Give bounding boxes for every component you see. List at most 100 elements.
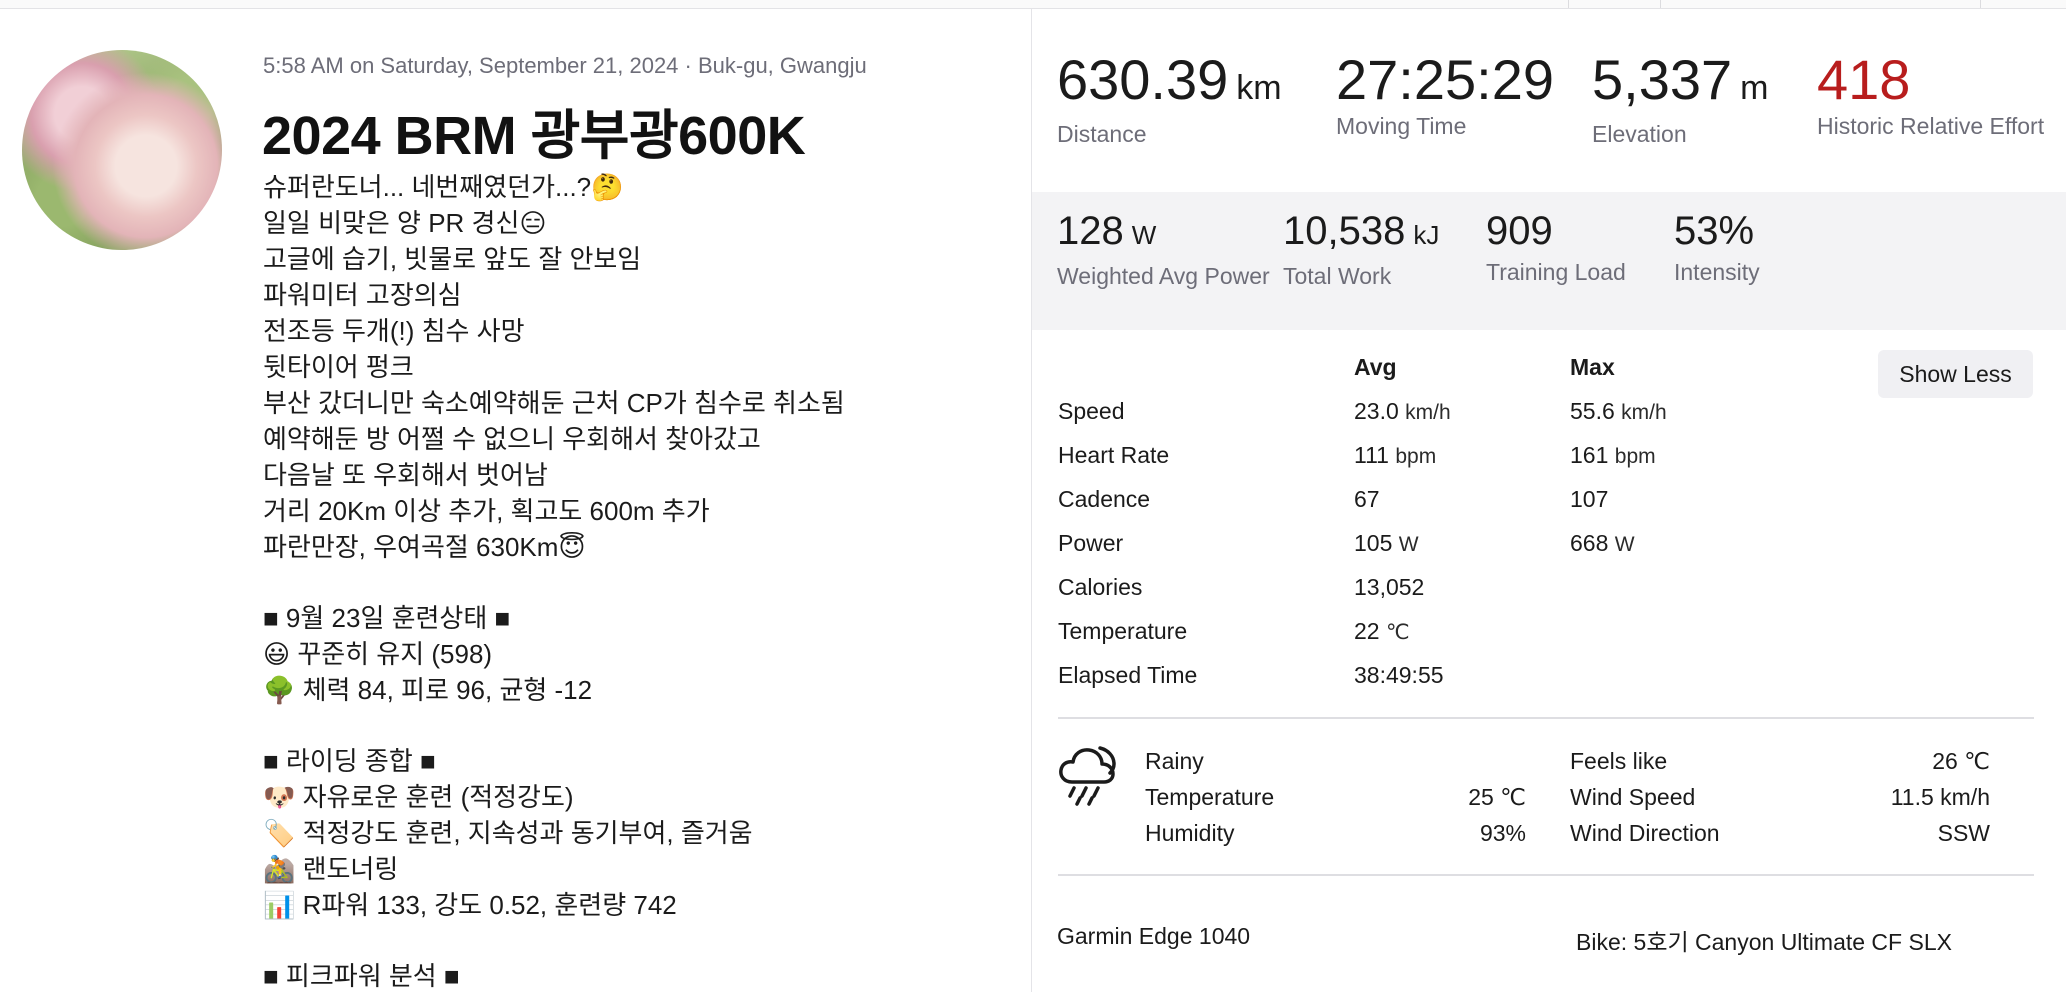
row-label: Calories: [1058, 574, 1143, 600]
activity-date-location: 5:58 AM on Saturday, September 21, 2024 …: [263, 53, 867, 78]
section-divider: [1058, 717, 2034, 719]
stat-moving-time: 27:25:29 Moving Time: [1336, 50, 1554, 141]
description-line: 🚵 랜도너링: [263, 854, 399, 884]
avg-value: 67: [1354, 486, 1380, 512]
description-line: 뒷타이어 펑크: [263, 352, 414, 382]
stat-value: 10,538: [1283, 209, 1406, 253]
top-toolbar-strip: [0, 0, 2066, 9]
description-line: 슈퍼란도너... 네번째였던가...?🤔: [263, 172, 624, 202]
max-unit: bpm: [1614, 445, 1656, 468]
row-label: Power: [1058, 530, 1124, 556]
description-line: 🌳 체력 84, 피로 96, 균형 -12: [263, 675, 593, 705]
stat-value: 27:25:29: [1336, 48, 1554, 111]
avg-value: 22: [1354, 618, 1380, 644]
max-value: 161: [1570, 442, 1609, 468]
description-line: 🐶 자유로운 훈련 (적정강도): [263, 782, 574, 812]
row-label: Heart Rate: [1058, 442, 1170, 468]
stat-value: 128: [1057, 209, 1124, 253]
description-line: 일일 비맞은 양 PR 경신😑: [263, 208, 547, 238]
avg-value: 23.0: [1354, 398, 1399, 424]
description-line: ■ 라이딩 종합 ■: [263, 746, 436, 776]
table-row: Temperature 22 ℃: [1058, 618, 1798, 662]
table-row: Cadence 67 107: [1058, 486, 1798, 530]
stat-label: Historic Relative Effort: [1817, 113, 2045, 139]
description-line: 다음날 또 우회해서 벗어남: [263, 460, 548, 490]
stat-label: Distance: [1057, 121, 1147, 147]
weather-wind-direction-value: SSW: [1937, 820, 1990, 846]
stat-weighted-avg-power: 128 W Weighted Avg Power: [1057, 208, 1287, 291]
avg-value: 38:49:55: [1354, 662, 1444, 688]
avg-value: 105: [1354, 530, 1393, 556]
activity-summary-panel: 5:58 AM on Saturday, September 21, 2024 …: [0, 9, 1030, 992]
activity-description: 슈퍼란도너... 네번째였던가...?🤔 일일 비맞은 양 PR 경신😑 고글에…: [263, 169, 1023, 994]
stat-label: Elevation: [1592, 121, 1687, 147]
stat-relative-effort[interactable]: 418 Historic Relative Effort: [1817, 50, 2047, 141]
stat-unit: km: [1236, 69, 1282, 107]
stat-value: 5,337: [1592, 48, 1733, 111]
max-value: 668: [1570, 530, 1609, 556]
stat-training-load[interactable]: 909 Training Load: [1486, 208, 1626, 287]
stat-label: Intensity: [1674, 259, 1760, 285]
max-value: 107: [1570, 486, 1609, 512]
table-row: Heart Rate 111 bpm 161 bpm: [1058, 442, 1798, 486]
toolbar-divider: [1568, 0, 1569, 8]
stat-value: 53%: [1674, 209, 1755, 253]
stat-value: 418: [1817, 48, 1911, 111]
column-header-max: Max: [1570, 354, 1615, 380]
column-header-avg: Avg: [1354, 354, 1397, 380]
stat-unit: W: [1131, 220, 1157, 250]
row-label: Elapsed Time: [1058, 662, 1198, 688]
description-line: ■ 피크파워 분석 ■: [263, 961, 460, 991]
device-name: Garmin Edge 1040: [1057, 923, 1251, 949]
weather-feels-like-label: Feels like: [1570, 748, 1668, 774]
athlete-avatar[interactable]: [22, 50, 222, 250]
bike-name[interactable]: Bike: 5호기 Canyon Ultimate CF SLX: [1576, 923, 1952, 957]
section-divider: [1058, 874, 2034, 876]
show-less-button[interactable]: Show Less: [1878, 350, 2033, 398]
description-blank-line: [263, 565, 1023, 600]
weather-temperature-value: 25 ℃: [1468, 784, 1526, 810]
stat-label: Total Work: [1283, 263, 1392, 289]
description-line: 📊 R파워 133, 강도 0.52, 훈련량 742: [263, 890, 677, 920]
stat-unit: m: [1740, 69, 1769, 107]
avg-unit: bpm: [1395, 445, 1437, 468]
description-line: 파란만장, 우여곡절 630Km😇: [263, 532, 586, 562]
weather-wind-direction-label: Wind Direction: [1570, 820, 1720, 846]
weather-wind-speed-label: Wind Speed: [1570, 784, 1696, 810]
table-row: Speed 23.0 km/h 55.6 km/h: [1058, 398, 1798, 442]
toolbar-divider: [1660, 0, 1661, 8]
avg-value: 13,052: [1354, 574, 1425, 600]
activity-title: 2024 BRM 광부광600K: [262, 106, 806, 166]
stat-label: Moving Time: [1336, 113, 1467, 139]
avg-unit: W: [1398, 533, 1419, 556]
max-value: 55.6: [1570, 398, 1615, 424]
description-line: 파워미터 고장의심: [263, 280, 462, 310]
description-blank-line: [263, 923, 1023, 958]
description-line: 거리 20Km 이상 추가, 획고도 600m 추가: [263, 496, 710, 526]
row-label: Speed: [1058, 398, 1125, 424]
avg-unit: ℃: [1385, 621, 1410, 644]
table-row: Power 105 W 668 W: [1058, 530, 1798, 574]
stat-total-work: 10,538 kJ Total Work: [1283, 208, 1439, 291]
column-divider: [1031, 9, 1032, 992]
description-line: 전조등 두개(!) 침수 사망: [263, 316, 525, 346]
weather-humidity-value: 93%: [1479, 820, 1526, 846]
max-unit: W: [1614, 533, 1635, 556]
row-label: Temperature: [1058, 618, 1188, 644]
description-line: 😃 꾸준히 유지 (598): [263, 639, 493, 669]
weather-temperature-label: Temperature: [1145, 784, 1275, 810]
weather-condition: Rainy: [1145, 748, 1204, 774]
max-unit: km/h: [1621, 401, 1667, 424]
avg-unit: km/h: [1405, 401, 1451, 424]
stat-value: 630.39: [1057, 48, 1229, 111]
stat-label: Weighted Avg Power: [1057, 263, 1270, 289]
stat-elevation: 5,337 m Elevation: [1592, 50, 1768, 149]
weather-humidity-label: Humidity: [1145, 820, 1235, 846]
weather-wind-speed-value: 11.5 km/h: [1890, 784, 1990, 810]
stat-intensity[interactable]: 53% Intensity: [1674, 208, 1760, 287]
stat-distance: 630.39 km Distance: [1057, 50, 1282, 149]
weather-feels-like-value: 26 ℃: [1932, 748, 1990, 774]
stat-value: 909: [1486, 209, 1553, 253]
description-blank-line: [263, 708, 1023, 743]
stat-label: Training Load: [1486, 259, 1626, 285]
